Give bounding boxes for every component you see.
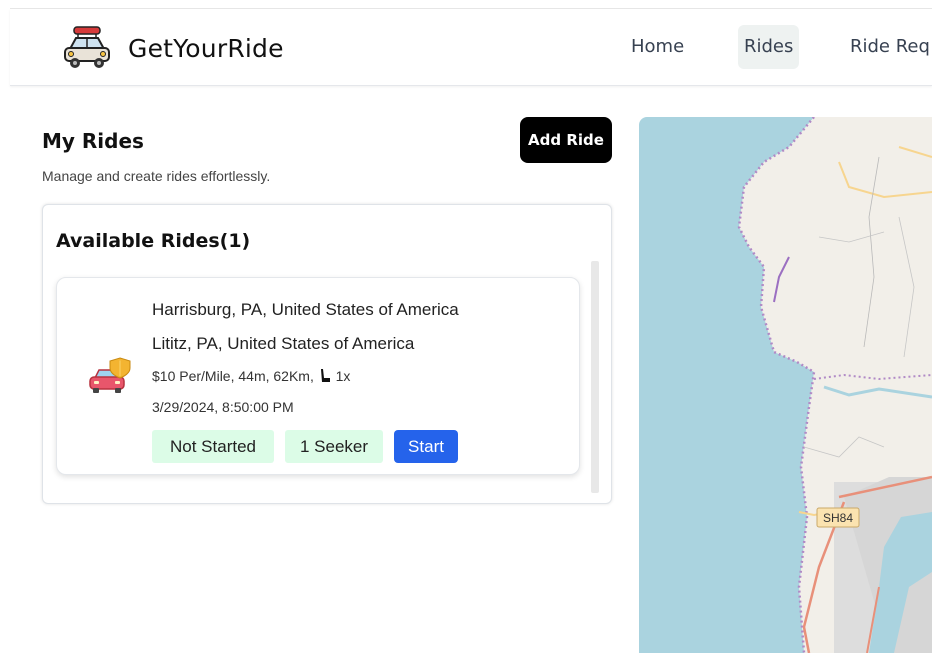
available-rides-title: Available Rides(1)	[56, 230, 251, 252]
ride-price-duration-distance: $10 Per/Mile, 44m, 62Km,	[152, 368, 314, 384]
available-rides-panel: Available Rides(1) Harrisburg, PA, Unite…	[42, 204, 612, 504]
ride-datetime: 3/29/2024, 8:50:00 PM	[152, 399, 294, 415]
brand-name[interactable]: GetYourRide	[128, 34, 284, 63]
add-ride-button[interactable]: Add Ride	[520, 117, 612, 163]
nav-ride-requests[interactable]: Ride Req	[844, 25, 932, 69]
seat-icon	[320, 369, 330, 382]
top-navbar: GetYourRide Home Rides Ride Req	[10, 9, 932, 86]
page-subtitle: Manage and create rides effortlessly.	[42, 168, 271, 184]
ride-map[interactable]: SH84	[639, 117, 932, 653]
ride-details: $10 Per/Mile, 44m, 62Km, 1x	[152, 368, 350, 384]
car-shield-icon	[89, 357, 131, 393]
status-badge: Not Started	[152, 430, 274, 463]
ride-origin: Harrisburg, PA, United States of America	[152, 300, 459, 319]
map-canvas[interactable]: SH84	[639, 117, 932, 653]
rides-scrollbar[interactable]	[591, 261, 599, 493]
ride-card[interactable]: Harrisburg, PA, United States of America…	[56, 277, 580, 475]
seeker-count-badge[interactable]: 1 Seeker	[285, 430, 383, 463]
page-title: My Rides	[42, 129, 144, 153]
ride-destination: Lititz, PA, United States of America	[152, 334, 415, 353]
car-logo-icon[interactable]	[62, 25, 112, 71]
road-label: SH84	[823, 511, 853, 525]
nav-home[interactable]: Home	[625, 25, 690, 69]
nav-rides[interactable]: Rides	[738, 25, 800, 69]
ride-seat-count: 1x	[335, 368, 351, 384]
start-ride-button[interactable]: Start	[394, 430, 458, 463]
